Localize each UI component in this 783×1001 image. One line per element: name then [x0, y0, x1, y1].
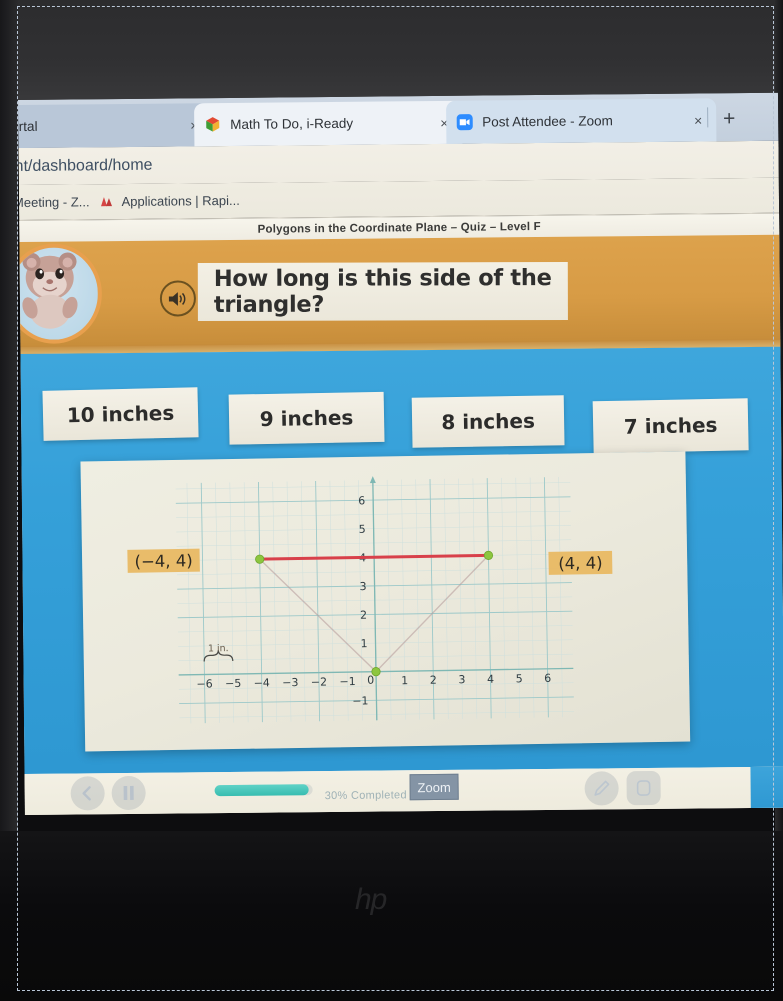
svg-text:(4, 4): (4, 4) [558, 553, 603, 573]
svg-text:2: 2 [430, 674, 437, 687]
svg-text:5: 5 [359, 523, 366, 536]
pencil-tool-button[interactable] [584, 771, 619, 806]
hp-brand-logo: hp [355, 883, 387, 916]
tab-title: Math To Do, i-Ready [230, 115, 354, 132]
browser-tab-portal[interactable]: Portal × [18, 103, 213, 149]
tab-title: Post Attendee - Zoom [482, 113, 613, 130]
audio-speaker-icon[interactable] [159, 280, 197, 317]
pause-button[interactable] [111, 775, 146, 811]
bookmark-meeting-zoom[interactable]: Meeting - Z... [18, 194, 90, 210]
answer-choice-label: 10 inches [66, 400, 175, 428]
browser-tab-zoom[interactable]: Post Attendee - Zoom × [446, 98, 717, 144]
bookmark-label: Applications | Rapi... [121, 192, 240, 210]
svg-text:3: 3 [359, 580, 366, 593]
laptop-bezel-bottom [0, 831, 783, 1001]
svg-text:(−4, 4): (−4, 4) [134, 551, 192, 571]
question-text: How long is this side of the triangle? [213, 265, 552, 318]
zoom-camera-icon [456, 114, 473, 131]
svg-text:−1: −1 [352, 694, 368, 707]
close-icon[interactable]: × [690, 112, 706, 128]
tab-title: Portal [18, 118, 38, 135]
svg-text:−1: −1 [339, 675, 355, 688]
bookmark-applications-rapididentity[interactable]: Applications | Rapi... [99, 192, 240, 210]
answer-choice-label: 7 inches [623, 412, 718, 439]
progress-bar-fill [214, 784, 309, 797]
svg-text:−6: −6 [196, 677, 212, 690]
svg-text:6: 6 [358, 494, 365, 507]
svg-text:1 in.: 1 in. [208, 643, 229, 654]
svg-text:0: 0 [367, 674, 374, 687]
question-text-box: How long is this side of the triangle? [197, 262, 568, 321]
svg-text:2: 2 [360, 609, 367, 622]
svg-text:5: 5 [516, 672, 523, 685]
back-button[interactable] [70, 776, 105, 811]
progress-label: 30% Completed [324, 789, 407, 803]
answer-area: 10 inches 9 inches 8 inches 7 inches −6−… [20, 346, 783, 774]
answer-choice-label: 8 inches [441, 408, 536, 435]
svg-text:1: 1 [401, 674, 408, 687]
zoom-popup-button[interactable]: Zoom [409, 773, 459, 801]
browser-tab-strip: Portal × Math To Do, i-Ready × [18, 92, 779, 149]
new-tab-button[interactable]: + [718, 107, 740, 131]
coordinate-plane-graph: −6−5−4−3−2−10123456654321−11 in.(−4, 4)(… [80, 451, 691, 752]
answer-choice-1[interactable]: 9 inches [228, 391, 385, 445]
iready-quiz-page: Polygons in the Coordinate Plane – Quiz … [19, 213, 783, 815]
svg-text:−4: −4 [254, 676, 270, 689]
answer-choice-2[interactable]: 8 inches [411, 395, 565, 448]
svg-text:−3: −3 [282, 676, 298, 689]
svg-text:3: 3 [458, 673, 465, 686]
tab-divider [707, 107, 709, 128]
rapid-identity-icon [99, 194, 115, 210]
laptop-bezel-top [0, 0, 783, 108]
svg-text:−2: −2 [311, 675, 327, 688]
answer-choice-0[interactable]: 10 inches [42, 387, 199, 441]
page-right-edge [750, 766, 783, 809]
answer-choice-label: 9 inches [259, 405, 354, 432]
svg-text:−5: −5 [225, 677, 241, 690]
svg-text:1: 1 [360, 637, 367, 650]
svg-text:4: 4 [487, 673, 494, 686]
iready-cube-icon [204, 116, 221, 133]
photograph-of-laptop-screen: Portal × Math To Do, i-Ready × [0, 0, 783, 1001]
screen-content: Portal × Math To Do, i-Ready × [18, 92, 783, 815]
progress-bar [214, 784, 313, 797]
svg-text:6: 6 [544, 672, 551, 685]
coordinate-plane-svg: −6−5−4−3−2−10123456654321−11 in.(−4, 4)(… [127, 476, 613, 724]
browser-tab-iready[interactable]: Math To Do, i-Ready × [194, 100, 463, 147]
eraser-tool-button[interactable] [626, 770, 661, 806]
lesson-control-bar: 30% Completed Zoom [24, 766, 783, 815]
url-text: nt/dashboard/home [18, 156, 153, 175]
answer-choice-3[interactable]: 7 inches [592, 398, 749, 454]
hamster-avatar [19, 243, 103, 345]
bookmark-label: Meeting - Z... [18, 194, 90, 211]
question-banner: How long is this side of the triangle? [19, 234, 781, 354]
